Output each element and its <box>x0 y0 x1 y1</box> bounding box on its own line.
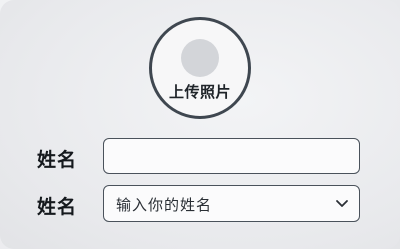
name-label: 姓名 <box>37 149 78 171</box>
upload-photo-label: 上传照片 <box>168 83 231 101</box>
name-input[interactable] <box>103 138 360 174</box>
profile-form-card: 上传照片 姓名 姓名 输入你的姓名 <box>0 0 400 249</box>
upload-photo-button[interactable]: 上传照片 <box>149 17 251 119</box>
name-select[interactable]: 输入你的姓名 <box>103 185 360 222</box>
name-select-label: 姓名 <box>37 196 78 218</box>
chevron-down-icon <box>336 200 348 207</box>
avatar-placeholder-icon <box>181 39 219 77</box>
name-select-value: 输入你的姓名 <box>116 196 213 214</box>
